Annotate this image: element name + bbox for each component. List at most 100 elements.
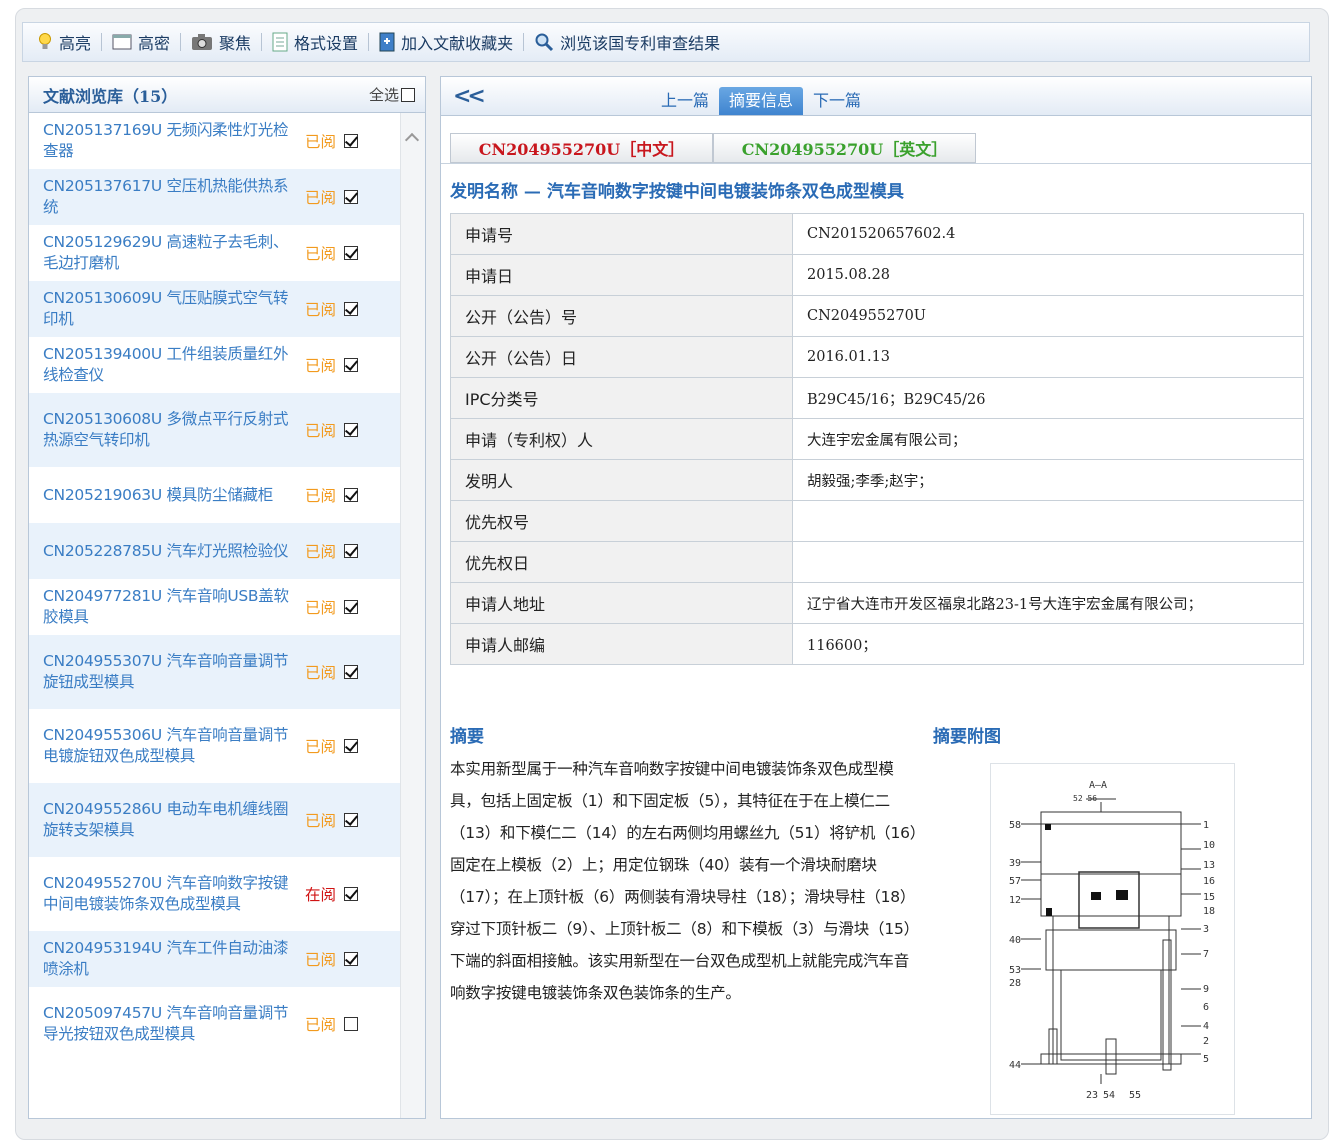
figure-left-label: 57 xyxy=(1009,876,1021,887)
prev-document-link[interactable]: 上一篇 xyxy=(651,87,719,115)
library-scrollbar[interactable] xyxy=(400,113,425,1118)
info-value: CN204955270U xyxy=(792,295,1304,337)
browse-examination-label: 浏览该国专利审查结果 xyxy=(560,34,721,53)
library-title: 文献浏览库（15） xyxy=(43,86,178,106)
abstract-figure[interactable]: A—A 52 56 58 39 57 12 40 53 28 44 1 10 1… xyxy=(990,763,1235,1115)
library-item[interactable]: CN205137617U 空压机热能供热系统 已阅 xyxy=(29,169,401,225)
library-item[interactable]: CN204955307U 汽车音响音量调节旋钮成型模具 已阅 xyxy=(29,635,401,709)
figure-left-label: 58 xyxy=(1009,820,1021,831)
item-checkbox[interactable] xyxy=(344,246,358,260)
item-checkbox[interactable] xyxy=(344,665,358,679)
browse-examination-button[interactable]: 浏览该国专利审查结果 xyxy=(534,30,720,54)
library-item[interactable]: CN205130609U 气压贴膜式空气转印机 已阅 xyxy=(29,281,401,337)
info-value: 大连宇宏金属有限公司； xyxy=(792,418,1304,460)
select-all-checkbox[interactable] xyxy=(401,87,415,102)
library-item-title[interactable]: CN205219063U 模具防尘储藏柜 xyxy=(43,485,298,506)
bulb-icon xyxy=(37,32,53,52)
library-item[interactable]: CN205228785U 汽车灯光照检验仪 已阅 xyxy=(29,523,401,579)
next-document-link[interactable]: 下一篇 xyxy=(803,87,871,115)
library-item[interactable]: CN204955286U 电动车电机缠线圈旋转支架模具 已阅 xyxy=(29,783,401,857)
library-item-title[interactable]: CN205129629U 高速粒子去毛刺、毛边打磨机 xyxy=(43,232,298,274)
read-status: 已阅 xyxy=(304,951,336,969)
back-button[interactable]: << xyxy=(453,83,486,109)
figure-right-label: 4 xyxy=(1203,1021,1209,1032)
read-status: 已阅 xyxy=(304,133,336,151)
library-item-title[interactable]: CN204955286U 电动车电机缠线圈旋转支架模具 xyxy=(43,799,298,841)
item-checkbox[interactable] xyxy=(344,134,358,148)
item-checkbox[interactable] xyxy=(344,544,358,558)
figure-right-label: 13 xyxy=(1203,860,1215,871)
format-settings-button[interactable]: 格式设置 xyxy=(272,30,358,54)
library-item-title[interactable]: CN205137169U 无频闪柔性灯光检查器 xyxy=(43,120,298,162)
read-status: 已阅 xyxy=(304,301,336,319)
info-key: 申请（专利权）人 xyxy=(450,418,793,460)
library-item[interactable]: CN205129629U 高速粒子去毛刺、毛边打磨机 已阅 xyxy=(29,225,401,281)
item-checkbox[interactable] xyxy=(344,423,358,437)
info-row: 申请人邮编 116600； xyxy=(450,623,1304,665)
tab-abstract-info[interactable]: 摘要信息 xyxy=(719,87,804,115)
item-checkbox[interactable] xyxy=(344,813,358,827)
info-key: 申请人邮编 xyxy=(450,623,793,665)
library-item-title[interactable]: CN205137617U 空压机热能供热系统 xyxy=(43,176,298,218)
tab-english-text[interactable]: CN204955270U［英文］ xyxy=(713,133,976,163)
scroll-up-icon[interactable] xyxy=(404,132,420,148)
library-item-title[interactable]: CN205228785U 汽车灯光照检验仪 xyxy=(43,541,298,562)
info-value xyxy=(792,541,1304,583)
bibliographic-table: 申请号 CN201520657602.4 申请日 2015.08.28 公开（公告）号 C… xyxy=(450,213,1304,665)
library-item-title[interactable]: CN205130609U 气压贴膜式空气转印机 xyxy=(43,288,298,330)
info-row: 公开（公告）号 CN204955270U xyxy=(450,295,1304,337)
highlight-button[interactable]: 高亮 xyxy=(37,30,91,54)
figure-right-label: 15 xyxy=(1203,892,1215,903)
library-item[interactable]: CN205137169U 无频闪柔性灯光检查器 已阅 xyxy=(29,113,401,169)
library-item[interactable]: CN204955306U 汽车音响音量调节电镀旋钮双色成型模具 已阅 xyxy=(29,709,401,783)
info-value xyxy=(792,500,1304,542)
figure-right-label: 6 xyxy=(1203,1002,1209,1013)
bookmark-add-icon xyxy=(379,32,395,52)
library-item[interactable]: CN204977281U 汽车音响USB盖软胶模具 已阅 xyxy=(29,579,401,635)
focus-button[interactable]: 聚焦 xyxy=(191,30,251,54)
item-checkbox[interactable] xyxy=(344,190,358,204)
info-row: IPC分类号 B29C45/16；B29C45/26 xyxy=(450,377,1304,419)
figure-left-label: 40 xyxy=(1009,935,1021,946)
toolbar-divider xyxy=(101,33,103,51)
item-checkbox[interactable] xyxy=(344,739,358,753)
item-checkbox[interactable] xyxy=(344,358,358,372)
item-checkbox[interactable] xyxy=(344,952,358,966)
info-row: 申请人地址 辽宁省大连市开发区福泉北路23-1号大连宇宏金属有限公司； xyxy=(450,582,1304,624)
item-checkbox[interactable] xyxy=(344,488,358,502)
item-checkbox[interactable] xyxy=(344,1017,358,1031)
item-checkbox[interactable] xyxy=(344,302,358,316)
library-item-title[interactable]: CN205139400U 工件组装质量红外线检查仪 xyxy=(43,344,298,386)
item-checkbox[interactable] xyxy=(344,600,358,614)
library-item-title[interactable]: CN205097457U 汽车音响音量调节导光按钮双色成型模具 xyxy=(43,1003,298,1045)
read-status: 已阅 xyxy=(304,664,336,682)
figure-left-label: 12 xyxy=(1009,895,1021,906)
magnifier-icon xyxy=(534,32,554,52)
density-button[interactable]: 高密 xyxy=(112,30,170,54)
read-status: 已阅 xyxy=(304,599,336,617)
library-item[interactable]: CN205139400U 工件组装质量红外线检查仪 已阅 xyxy=(29,337,401,393)
tab-chinese-text[interactable]: CN204955270U［中文］ xyxy=(450,133,713,163)
library-item-title[interactable]: CN204953194U 汽车工件自动油漆喷涂机 xyxy=(43,938,298,980)
library-item[interactable]: CN204953194U 汽车工件自动油漆喷涂机 已阅 xyxy=(29,931,401,987)
select-all[interactable]: 全选 xyxy=(369,84,415,105)
library-item[interactable]: CN205097457U 汽车音响音量调节导光按钮双色成型模具 已阅 xyxy=(29,987,401,1061)
info-value: 2015.08.28 xyxy=(792,254,1304,296)
info-key: IPC分类号 xyxy=(450,377,793,419)
library-item[interactable]: CN205219063U 模具防尘储藏柜 已阅 xyxy=(29,467,401,523)
library-item-title[interactable]: CN204977281U 汽车音响USB盖软胶模具 xyxy=(43,586,298,628)
figure-right-label: 18 xyxy=(1203,906,1215,917)
figure-left-label: 44 xyxy=(1009,1060,1021,1071)
item-checkbox[interactable] xyxy=(344,887,358,901)
library-item-title[interactable]: CN204955306U 汽车音响音量调节电镀旋钮双色成型模具 xyxy=(43,725,298,767)
read-status: 已阅 xyxy=(304,245,336,263)
library-item[interactable]: CN205130608U 多微点平行反射式热源空气转印机 已阅 xyxy=(29,393,401,467)
library-item-title[interactable]: CN205130608U 多微点平行反射式热源空气转印机 xyxy=(43,409,298,451)
add-to-favorites-button[interactable]: 加入文献收藏夹 xyxy=(379,30,513,54)
figure-section-label: A—A xyxy=(1089,780,1107,791)
library-item-title[interactable]: CN204955307U 汽车音响音量调节旋钮成型模具 xyxy=(43,651,298,693)
library-item-current[interactable]: CN204955270U 汽车音响数字按键中间电镀装饰条双色成型模具 在阅 xyxy=(29,857,401,931)
library-item-title[interactable]: CN204955270U 汽车音响数字按键中间电镀装饰条双色成型模具 xyxy=(43,873,298,915)
document-icon xyxy=(272,32,288,52)
format-settings-label: 格式设置 xyxy=(294,34,359,53)
